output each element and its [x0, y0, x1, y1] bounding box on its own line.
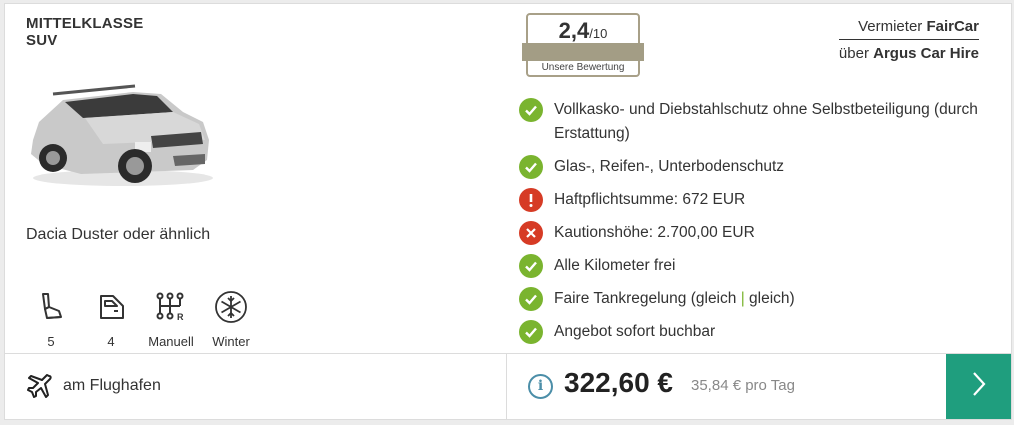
feature-doors-label: 4 — [107, 334, 115, 349]
condition-text: Vollkasko- und Diebstahlschutz ohne Selb… — [554, 101, 978, 142]
price-per-day: 35,84 € pro Tag — [691, 377, 795, 394]
check-icon — [519, 287, 543, 311]
car-features: 5 4 R Manuell Winter — [21, 290, 261, 349]
condition-text: Kautionshöhe: 2.700,00 EUR — [554, 224, 755, 241]
offer-footer: am Flughafen i 322,60 € 35,84 € pro Tag — [5, 353, 1011, 419]
broker-name[interactable]: Argus Car Hire — [873, 45, 979, 62]
feature-seats-label: 5 — [47, 334, 55, 349]
gearshift-icon: R — [154, 290, 188, 324]
condition-item: Glas-, Reifen-, Unterbodenschutz — [519, 155, 989, 179]
feature-doors: 4 — [81, 290, 141, 349]
rating-caption: Unsere Bewertung — [541, 62, 625, 73]
condition-item: Vollkasko- und Diebstahlschutz ohne Selb… — [519, 98, 989, 146]
door-icon — [94, 290, 128, 324]
feature-tires-label: Winter — [212, 334, 250, 349]
feature-transmission-label: Manuell — [148, 334, 194, 349]
category-type: SUV — [26, 32, 58, 49]
category-class: MITTELKLASSE — [26, 15, 144, 32]
car-model: Dacia Duster oder ähnlich — [26, 226, 211, 243]
seat-icon — [34, 290, 68, 324]
exclamation-icon — [519, 188, 543, 212]
feature-tires: Winter — [201, 290, 261, 349]
check-icon — [519, 98, 543, 122]
pickup-location: am Flughafen — [5, 354, 507, 419]
condition-text: Haftpflichtsumme: 672 EUR — [554, 191, 746, 208]
rating-band — [522, 43, 644, 61]
select-offer-button[interactable] — [946, 354, 1011, 419]
broker-line: über Argus Car Hire — [838, 45, 979, 62]
condition-item: Alle Kilometer frei — [519, 254, 989, 278]
feature-transmission: R Manuell — [141, 290, 201, 349]
condition-text: Glas-, Reifen-, Unterbodenschutz — [554, 158, 785, 175]
condition-text: Alle Kilometer frei — [554, 257, 676, 274]
car-image — [31, 84, 213, 186]
condition-item: Angebot sofort buchbar — [519, 320, 989, 344]
condition-item: Faire Tankregelung (gleich | gleich) — [519, 287, 989, 311]
offer-card: MITTELKLASSE SUV Dacia Duster oder ähnli… — [4, 3, 1012, 420]
snowflake-icon — [214, 290, 248, 324]
conditions-list: Vollkasko- und Diebstahlschutz ohne Selb… — [519, 98, 989, 353]
vendor-name[interactable]: FairCar — [926, 18, 979, 35]
condition-item: Kautionshöhe: 2.700,00 EUR — [519, 221, 989, 245]
total-price: 322,60 € — [564, 367, 673, 398]
condition-text: Angebot sofort buchbar — [554, 323, 716, 340]
price-area: i 322,60 € 35,84 € pro Tag — [508, 354, 948, 419]
pickup-text: am Flughafen — [63, 377, 161, 394]
airplane-icon — [27, 373, 53, 404]
rating-badge[interactable]: 2,4/10 Unsere Bewertung — [522, 13, 644, 77]
info-icon[interactable]: i — [528, 374, 553, 399]
vendor-info: Vermieter FairCar über Argus Car Hire — [838, 18, 979, 62]
rating-score: 2,4/10 — [558, 18, 608, 43]
condition-text: Faire Tankregelung (gleich | gleich) — [554, 290, 795, 307]
check-icon — [519, 320, 543, 344]
check-icon — [519, 155, 543, 179]
check-icon — [519, 254, 543, 278]
cross-icon — [519, 221, 543, 245]
car-category: MITTELKLASSE SUV — [26, 15, 143, 49]
feature-seats: 5 — [21, 290, 81, 349]
vendor-line: Vermieter FairCar — [838, 18, 979, 40]
condition-item: Haftpflichtsumme: 672 EUR — [519, 188, 989, 212]
chevron-right-icon — [971, 371, 987, 402]
svg-text:R: R — [177, 312, 184, 322]
